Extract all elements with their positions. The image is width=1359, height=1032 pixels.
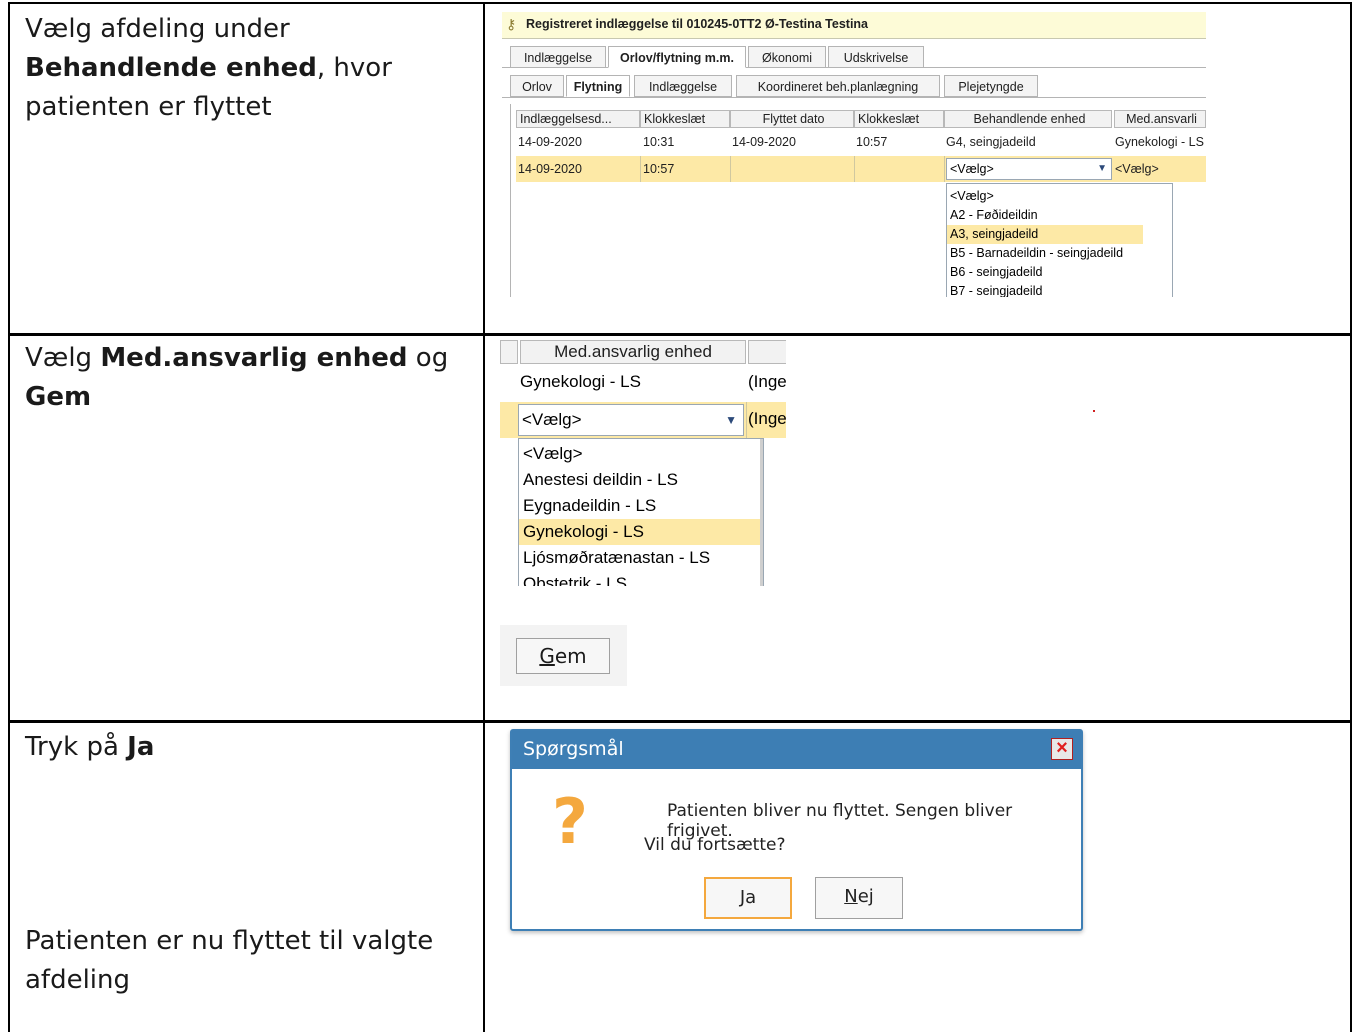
dropdown-option[interactable]: Obstetrik - LS: [519, 571, 761, 586]
dropdown-option[interactable]: B7 - seingjadeild: [947, 282, 1143, 297]
dialog-titlebar: Spørgsmål ×: [512, 731, 1081, 769]
row2-klokkeslaet: 10:57: [643, 162, 675, 176]
col-behandlende-enhed[interactable]: Behandlende enhed: [944, 110, 1112, 128]
tab-orlov-flytning[interactable]: Orlov/flytning m.m.: [608, 46, 746, 68]
dropdown-option-highlighted[interactable]: Gynekologi - LS: [519, 519, 761, 545]
row1-next-cell: (Inge: [748, 372, 786, 391]
save-button[interactable]: Gem: [516, 638, 610, 674]
instruction-2: Vælg Med.ansvarlig enhed og Gem: [25, 343, 449, 412]
row-separator: [854, 156, 855, 182]
stray-mark: [1093, 410, 1095, 412]
subtab-indlaeggelse[interactable]: Indlæggelse: [634, 75, 732, 97]
table-border-row2: [8, 720, 1352, 723]
table-border-top: [8, 2, 1352, 4]
dropdown-option[interactable]: B6 - seingjadeild: [947, 263, 1143, 282]
row1-flyttet-dato: 14-09-2020: [732, 135, 796, 149]
subtab-plejetyngde[interactable]: Plejetyngde: [944, 75, 1038, 97]
dialog-message-line2: Vil du fortsætte?: [644, 835, 786, 855]
instruction-1: Vælg afdeling under Behandlende enhed, h…: [25, 14, 392, 122]
window-titlebar: ⚷ Registreret indlæggelse til 010245-0TT…: [502, 12, 1206, 39]
subtab-flytning[interactable]: Flytning: [566, 75, 630, 97]
dropdown-option[interactable]: B5 - Barnadeildin - seingjadeild: [947, 244, 1162, 263]
scrollbar[interactable]: [760, 439, 763, 586]
col-indlaeggelsesdato[interactable]: Indlæggelsesd...: [516, 110, 640, 128]
row-separator: [746, 402, 747, 438]
confirm-dialog: Spørgsmål × ? Patienten bliver nu flytte…: [510, 729, 1083, 931]
behandlende-enhed-dropdown: <Vælg> A2 - Føðideildin A3, seingjadeild…: [946, 183, 1173, 297]
yes-button[interactable]: Ja: [704, 877, 792, 919]
question-icon: ?: [552, 785, 588, 858]
no-button[interactable]: Nej: [815, 877, 903, 919]
dropdown-option[interactable]: <Vælg>: [947, 187, 1143, 206]
dropdown-option-highlighted[interactable]: A3, seingjadeild: [947, 225, 1143, 244]
table-border-right: [1350, 2, 1352, 1032]
column-header-stub: [500, 340, 518, 364]
row-separator: [944, 156, 945, 182]
row1-klokkeslaet: 10:31: [643, 135, 675, 149]
col-flyttet-dato[interactable]: Flyttet dato: [730, 110, 854, 128]
screenshot-transfer-form: ⚷ Registreret indlæggelse til 010245-0TT…: [502, 12, 1206, 297]
table-border-middle: [483, 2, 485, 1032]
col-med-ansvarlig[interactable]: Med.ansvarli: [1114, 110, 1206, 128]
row1-behandlende-enhed: G4, seingjadeild: [946, 135, 1036, 149]
dropdown-option[interactable]: Ljósmøðratænastan - LS: [519, 545, 761, 571]
row2-indlaeggelsesdato: 14-09-2020: [518, 162, 582, 176]
med-ansvarlig-dropdown: <Vælg> Anestesi deildin - LS Eygnadeildi…: [518, 438, 764, 586]
dropdown-option[interactable]: Anestesi deildin - LS: [519, 467, 761, 493]
row1-med-ansvarlig: Gynekologi - LS: [520, 372, 641, 391]
instruction-1-bold: Behandlende enhed: [25, 53, 317, 83]
row1-indlaeggelsesdato: 14-09-2020: [518, 135, 582, 149]
subtab-koordineret[interactable]: Koordineret beh.planlægning: [736, 75, 940, 97]
dropdown-option[interactable]: Eygnadeildin - LS: [519, 493, 761, 519]
row2-next-cell: (Inge: [748, 409, 786, 428]
row-separator: [730, 156, 731, 182]
tab-okonomi[interactable]: Økonomi: [748, 46, 826, 68]
tab-udskrivelse[interactable]: Udskrivelse: [828, 46, 924, 68]
close-icon[interactable]: ×: [1051, 738, 1073, 760]
col-klokkeslaet[interactable]: Klokkeslæt: [640, 110, 730, 128]
row1-klokkeslaet-2: 10:57: [856, 135, 888, 149]
instruction-3: Tryk på Ja: [25, 732, 155, 762]
column-header-next: [748, 340, 786, 364]
table-border-row1: [8, 333, 1352, 336]
col-med-ansvarlig-enhed[interactable]: Med.ansvarlig enhed: [520, 340, 746, 364]
window-title: Registreret indlæggelse til 010245-0TT2 …: [526, 17, 869, 31]
screenshot-med-ansvarlig: Med.ansvarlig enhed Gynekologi - LS (Ing…: [500, 338, 786, 586]
dropdown-option[interactable]: A2 - Føðideildin: [947, 206, 1143, 225]
behandlende-enhed-select[interactable]: <Vælg> ▼: [946, 158, 1112, 180]
chevron-down-icon[interactable]: ▼: [725, 405, 737, 435]
dialog-title: Spørgsmål: [523, 738, 624, 760]
key-icon: ⚷: [506, 16, 517, 32]
subtab-orlov[interactable]: Orlov: [510, 75, 564, 97]
col-klokkeslaet-2[interactable]: Klokkeslæt: [854, 110, 944, 128]
dropdown-option[interactable]: <Vælg>: [519, 441, 761, 467]
row-separator: [640, 156, 641, 182]
med-ansvarlig-select[interactable]: <Vælg>: [1115, 162, 1159, 176]
row1-med-ansvarlig: Gynekologi - LS: [1115, 135, 1204, 149]
table-border-left: [8, 2, 10, 1032]
chevron-down-icon[interactable]: ▼: [1097, 159, 1107, 179]
save-button-area: Gem: [500, 625, 627, 686]
instruction-3-note: Patienten er nu flyttet til valgte afdel…: [25, 926, 434, 995]
med-ansvarlig-select[interactable]: <Vælg> ▼: [518, 404, 744, 436]
tab-indlaeggelse[interactable]: Indlæggelse: [510, 46, 606, 68]
